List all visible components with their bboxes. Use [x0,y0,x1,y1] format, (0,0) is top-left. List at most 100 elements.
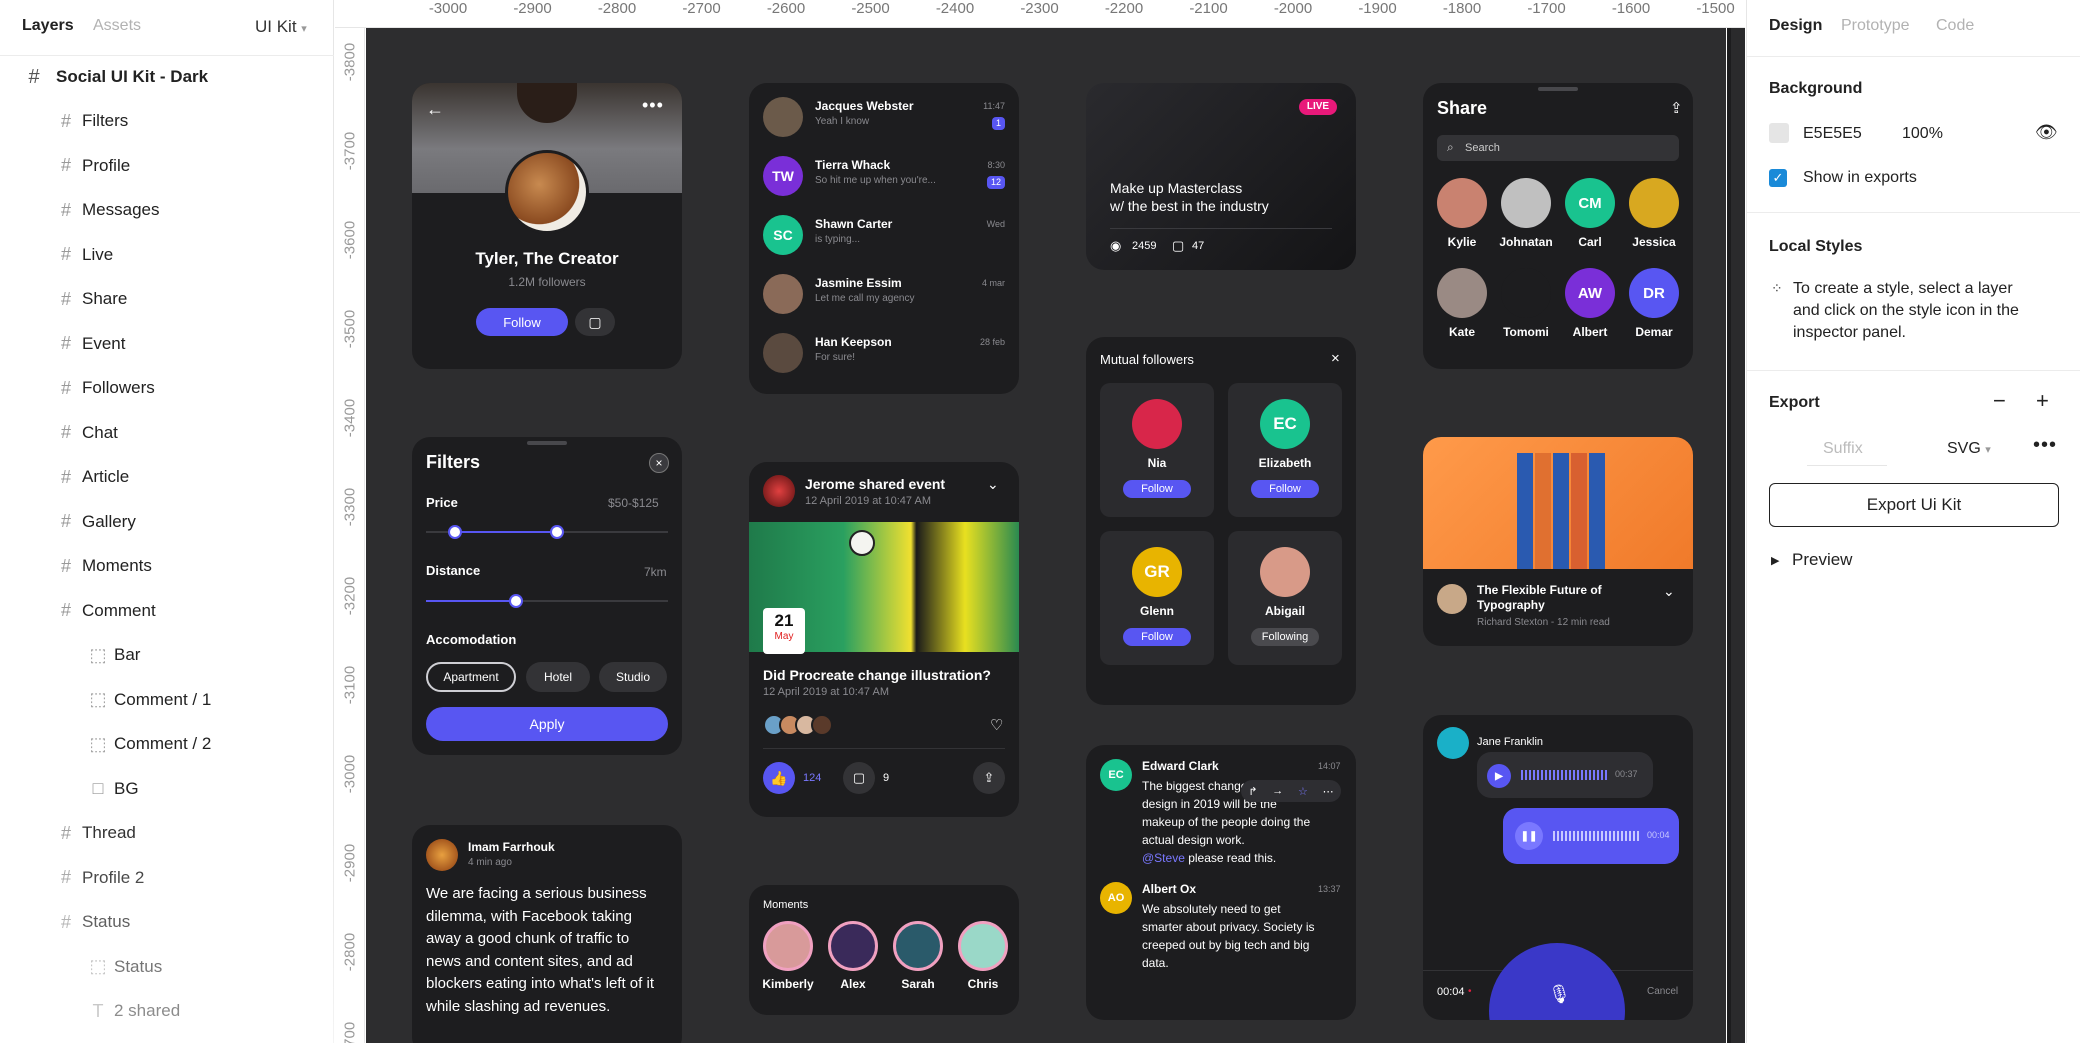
moment-avatar[interactable] [958,921,1008,971]
star-icon[interactable]: ☆ [1298,785,1308,798]
profile-card[interactable]: ← ••• Tyler, The Creator 1.2M followers … [412,83,682,369]
layer-item-event[interactable]: # Event [0,322,334,366]
record-button[interactable]: 🎙 [1489,943,1625,1020]
pause-icon[interactable]: ❚❚ [1515,822,1543,850]
chevron-down-icon[interactable]: ⌄ [1663,583,1675,600]
close-icon[interactable]: × [649,453,669,473]
price-slider-track[interactable] [426,525,668,539]
share-person-avatar[interactable]: CM [1565,178,1615,228]
layer-item-bar[interactable]: ⬚ Bar [0,633,334,677]
layer-root[interactable]: # Social UI Kit - Dark [0,55,334,99]
tab-design[interactable]: Design [1769,17,1822,35]
comment-icon[interactable]: ▢ [843,762,875,794]
play-icon[interactable]: ▶ [1487,764,1511,788]
option-hotel[interactable]: Hotel [526,662,590,692]
background-hex[interactable]: E5E5E5 [1803,125,1862,143]
distance-handle[interactable] [508,594,523,608]
export-format-select[interactable]: SVG ▾ [1947,440,1991,458]
heart-icon[interactable]: ♡ [990,716,1003,734]
following-button[interactable]: Following [1251,628,1319,646]
price-handle-max[interactable] [549,525,564,539]
follow-button[interactable]: Follow [1251,480,1319,498]
mention-link[interactable]: @Steve [1142,851,1185,865]
share-person-avatar[interactable] [1501,268,1551,318]
minus-icon[interactable]: − [1993,388,2006,414]
unread-badge: 1 [991,117,1005,130]
layer-item-followers[interactable]: # Followers [0,366,334,410]
layer-item-chat[interactable]: # Chat [0,411,334,455]
live-card[interactable]: LIVE Make up Masterclass w/ the best in … [1086,83,1356,270]
page-selector-label: UI Kit [255,17,297,36]
tab-prototype[interactable]: Prototype [1841,17,1909,35]
layer-item-share[interactable]: # Share [0,277,334,321]
distance-slider-track[interactable] [426,594,668,608]
share-person-avatar[interactable] [1437,268,1487,318]
canvas[interactable]: ← ••• Tyler, The Creator 1.2M followers … [366,28,1726,1043]
plus-icon[interactable]: + [2036,388,2049,414]
layer-item-gallery[interactable]: # Gallery [0,500,334,544]
page-selector[interactable]: UI Kit ▾ [255,17,307,37]
follow-button[interactable]: Follow [1123,480,1191,498]
eye-icon[interactable]: 👁 [2035,122,2058,143]
layer-item-filters[interactable]: # Filters [0,99,334,143]
show-in-exports-checkbox[interactable]: ✓ [1769,169,1787,187]
layer-item-comment-2[interactable]: ⬚ Comment / 2 [0,722,334,766]
export-suffix-input[interactable]: Suffix [1807,432,1887,466]
moment-avatar[interactable] [893,921,943,971]
back-arrow-icon[interactable]: ← [426,99,444,120]
moment-avatar[interactable] [763,921,813,971]
preview-toggle[interactable]: Preview [1792,550,1852,570]
drag-handle[interactable] [527,441,567,445]
share-person-avatar[interactable] [1501,178,1551,228]
background-color-swatch[interactable] [1769,123,1789,143]
share-person-avatar[interactable]: AW [1565,268,1615,318]
share-person-name: Tomomi [1503,325,1549,339]
cancel-button[interactable]: Cancel [1647,986,1678,997]
article-card[interactable]: The Flexible Future of Typography Richar… [1423,437,1693,646]
option-studio[interactable]: Studio [599,662,667,692]
follow-button[interactable]: Follow [1123,628,1191,646]
price-label: Price [426,495,458,510]
reply-icon[interactable]: ↱ [1248,785,1257,798]
follow-button[interactable]: Follow [476,308,568,336]
chevron-down-icon[interactable]: ⌄ [987,476,999,493]
book [1571,453,1587,569]
moment-avatar[interactable] [828,921,878,971]
more-icon[interactable]: ⋯ [1323,785,1334,798]
tab-layers[interactable]: Layers [22,17,74,35]
option-apartment[interactable]: Apartment [426,662,516,692]
share-person-avatar[interactable] [1629,178,1679,228]
like-icon[interactable]: 👍 [763,762,795,794]
more-icon[interactable]: ••• [642,95,664,116]
background-opacity[interactable]: 100% [1902,125,1943,143]
layer-item-live[interactable]: # Live [0,233,334,277]
export-button[interactable]: Export Ui Kit [1769,483,2059,527]
tab-assets[interactable]: Assets [93,17,141,35]
message-icon[interactable]: ▢ [575,308,615,336]
caret-right-icon[interactable]: ▶ [1771,554,1779,567]
share-icon[interactable]: ⇪ [973,762,1005,794]
forward-icon[interactable]: → [1272,785,1283,797]
share-person-avatar[interactable]: DR [1629,268,1679,318]
upload-icon[interactable]: ⇪ [1670,99,1683,117]
layer-item-profile[interactable]: # Profile [0,144,334,188]
layer-item-messages[interactable]: # Messages [0,188,334,232]
layer-item-moments[interactable]: # Moments [0,544,334,588]
layer-item-article[interactable]: # Article [0,455,334,499]
drag-handle[interactable] [1538,87,1578,91]
local-styles-hint-line: inspector panel. [1793,324,1906,341]
tab-code[interactable]: Code [1936,17,1974,35]
more-icon[interactable]: ••• [2033,434,2057,457]
share-search-input[interactable]: ⌕ Search [1437,135,1679,161]
price-handle-min[interactable] [448,525,463,539]
follower-name: Nia [1147,456,1167,470]
share-person-avatar[interactable] [1437,178,1487,228]
event-month: May [774,631,794,642]
messages-card: Jacques Webster Yeah I know 11:47 1 TW Tierra… [749,83,1019,394]
layer-item-comment-1[interactable]: ⬚ Comment / 1 [0,678,334,722]
apply-button[interactable]: Apply [426,707,668,741]
layer-frame-icon: # [60,600,71,620]
layer-item-comment[interactable]: # Comment [0,589,334,633]
close-icon[interactable]: × [1331,350,1340,367]
canvas-scroll-edge[interactable] [1727,28,1745,1043]
